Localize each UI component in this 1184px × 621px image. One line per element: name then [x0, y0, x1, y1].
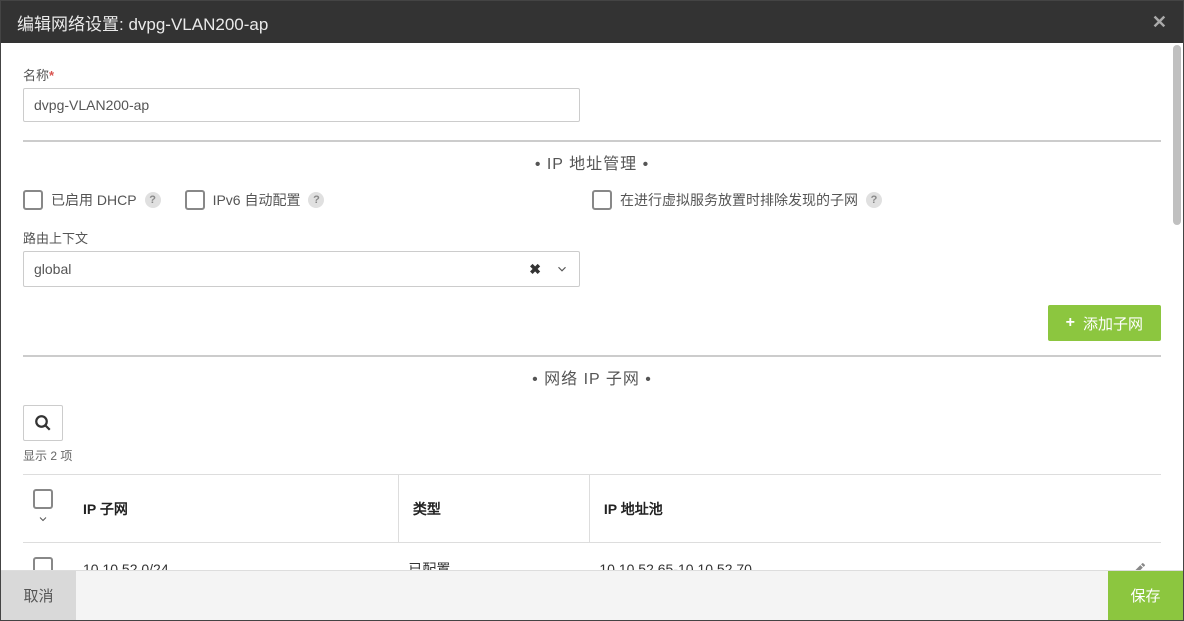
plus-icon: +	[1066, 314, 1075, 332]
checkbox-icon[interactable]	[592, 190, 612, 210]
name-field-group: 名称*	[23, 65, 1161, 122]
cell-type: 已配置	[398, 543, 589, 571]
search-button[interactable]	[23, 405, 63, 441]
help-icon[interactable]: ?	[145, 192, 161, 208]
chevron-down-icon[interactable]	[555, 262, 569, 276]
routing-context-value: global	[34, 261, 71, 277]
help-icon[interactable]: ?	[866, 192, 882, 208]
checkbox-icon[interactable]	[23, 190, 43, 210]
modal-footer: 取消 保存	[1, 570, 1183, 620]
item-count: 显示 2 项	[23, 447, 1161, 464]
subnet-table: IP 子网 类型 IP 地址池 10.10.52.0/24 已配置 10.10.…	[23, 474, 1161, 570]
modal-body: 名称* • IP 地址管理 • 已启用 DHCP ? IPv6 自动配置 ?	[1, 43, 1183, 570]
section-network-subnet: • 网络 IP 子网 •	[23, 355, 1161, 389]
col-pool: IP 地址池	[589, 475, 1121, 543]
help-icon[interactable]: ?	[308, 192, 324, 208]
cell-pool: 10.10.52.65-10.10.52.70	[589, 543, 1121, 571]
routing-context-label: 路由上下文	[23, 228, 1161, 247]
checkbox-icon[interactable]	[185, 190, 205, 210]
col-type: 类型	[398, 475, 589, 543]
name-label-text: 名称	[23, 68, 49, 83]
add-subnet-label: 添加子网	[1083, 313, 1143, 334]
clear-icon[interactable]: ✖	[529, 261, 541, 278]
dhcp-label: 已启用 DHCP	[51, 190, 137, 210]
routing-context-group: 路由上下文 global ✖	[23, 228, 1161, 287]
modal-title: 编辑网络设置: dvpg-VLAN200-ap	[17, 10, 268, 35]
cell-subnet: 10.10.52.0/24	[73, 543, 398, 571]
name-label: 名称*	[23, 65, 1161, 84]
select-all-header	[23, 475, 73, 543]
add-subnet-button[interactable]: + 添加子网	[1048, 305, 1161, 341]
exclude-label: 在进行虚拟服务放置时排除发现的子网	[620, 190, 858, 210]
col-actions	[1121, 475, 1161, 543]
table-row: 10.10.52.0/24 已配置 10.10.52.65-10.10.52.7…	[23, 543, 1161, 571]
exclude-checkbox-wrap[interactable]: 在进行虚拟服务放置时排除发现的子网 ?	[592, 190, 1161, 210]
cancel-button[interactable]: 取消	[1, 571, 76, 620]
save-button[interactable]: 保存	[1108, 571, 1183, 620]
scrollbar-thumb[interactable]	[1173, 45, 1181, 225]
select-all-checkbox[interactable]	[33, 489, 53, 509]
edit-icon[interactable]	[1131, 561, 1151, 571]
required-asterisk: *	[49, 68, 54, 83]
ipv6-label: IPv6 自动配置	[213, 190, 301, 210]
row-checkbox[interactable]	[33, 557, 53, 570]
dhcp-checkbox-wrap[interactable]: 已启用 DHCP ?	[23, 190, 161, 210]
ipv6-checkbox-wrap[interactable]: IPv6 自动配置 ?	[185, 190, 325, 210]
close-icon[interactable]: ✕	[1152, 12, 1167, 33]
modal-header: 编辑网络设置: dvpg-VLAN200-ap ✕	[1, 1, 1183, 43]
chevron-down-icon[interactable]	[37, 513, 49, 525]
routing-context-select[interactable]: global ✖	[23, 251, 580, 287]
name-input[interactable]	[23, 88, 580, 122]
section-ip-mgmt: • IP 地址管理 •	[23, 140, 1161, 174]
col-subnet: IP 子网	[73, 475, 398, 543]
